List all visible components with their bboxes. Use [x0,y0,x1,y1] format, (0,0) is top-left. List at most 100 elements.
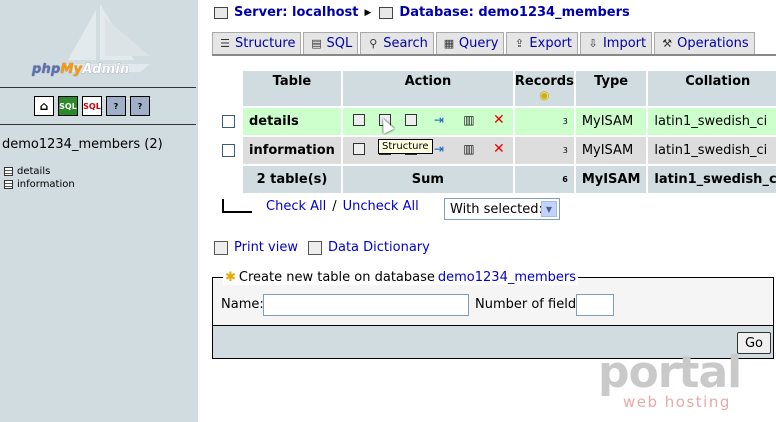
table-sum-row: 2 table(s) Sum 6 MyISAM latin1_swedish_c… [216,166,776,193]
drop-icon[interactable]: ✕ [491,141,507,157]
print-view-link[interactable]: Print view [234,240,298,255]
sum-type: MyISAM [575,166,647,193]
tab-search[interactable]: ⚲ Search [360,32,434,54]
row-checkbox[interactable] [222,144,235,157]
tab-import[interactable]: ⇩ Import [579,32,653,54]
with-selected-select[interactable]: With selected: ▼ [444,198,560,220]
table-name[interactable]: details [243,108,341,135]
table-row: details ⇥ ▥ ✕ 3 MyISAM latin1_swedish_ci [216,108,776,135]
new-table-icon: ✱ [225,270,236,285]
create-table-legend: ✱ Create new table on database demo1234_… [223,270,579,285]
create-legend-text: Create new table on database [238,270,435,285]
nav-table-information[interactable]: information [4,179,75,190]
docs-icon[interactable]: ? [106,96,126,116]
records-count: 3 [514,108,574,135]
check-all-row: Check All / Uncheck All [222,198,419,214]
records-count: 3 [514,137,574,164]
table-icon[interactable] [4,167,13,176]
sum-table-count: 2 table(s) [243,166,341,193]
tab-structure[interactable]: ☰ Structure [212,32,302,54]
action-cell: ⇥ ▥ ✕ [342,108,513,135]
check-all-link[interactable]: Check All [266,199,326,214]
sql-query-icon[interactable]: SQL [58,96,78,116]
tab-label: Export [529,36,572,51]
operations-icon: ⚒ [662,37,673,50]
row-checkbox[interactable] [222,115,235,128]
drop-icon[interactable]: ✕ [491,112,507,128]
sql-window-icon[interactable]: SQL [82,96,102,116]
empty-icon[interactable]: ▥ [461,113,477,127]
nav-divider [0,87,196,88]
table-icon[interactable] [4,180,13,189]
nav-icon-bar: ⌂ SQL SQL ? ? [34,96,150,116]
create-legend-db-link[interactable]: demo1234_members [438,270,576,285]
tab-label: Structure [235,36,296,51]
nav-divider [0,124,196,125]
breadcrumb-separator-icon: ▶ [364,7,372,18]
nav-table-label[interactable]: details [17,166,50,177]
nav-table-label[interactable]: information [17,179,75,190]
sql-query-glyph: SQL [59,101,77,111]
browse-icon[interactable] [352,143,365,155]
breadcrumb: Server: localhost ▶ Database: demo1234_m… [214,5,630,20]
name-label: Name: [221,297,264,312]
table-collation: latin1_swedish_ci [648,108,776,135]
go-button[interactable]: Go [737,332,771,354]
insert-icon[interactable]: ⇥ [431,113,447,127]
tab-operations[interactable]: ⚒ Operations [654,32,755,54]
insert-icon[interactable]: ⇥ [431,142,447,156]
empty-icon[interactable]: ▥ [461,142,477,156]
chevron-down-icon[interactable]: ▼ [541,201,557,217]
create-table-fieldset: ✱ Create new table on database demo1234_… [212,270,774,325]
tab-label: Operations [677,36,749,51]
database-icon [379,6,394,19]
header-type: Type [575,71,647,106]
new-table-name-input[interactable] [263,294,469,316]
lightbulb-icon[interactable]: ◉ [515,89,574,101]
nav-database-name[interactable]: demo1234_members (2) [2,137,163,152]
logo-php: php [32,62,61,77]
sql-window-glyph: SQL [83,101,101,111]
tab-query[interactable]: ▦ Query [435,32,505,54]
table-collation: latin1_swedish_ci [648,137,776,164]
sum-collation: latin1_swedish_ci [648,166,776,193]
header-table[interactable]: Table [243,71,341,106]
header-records-label: Records [514,74,574,89]
print-row: Print view Data Dictionary [214,240,430,255]
table-type: MyISAM [575,108,647,135]
browse-icon[interactable] [352,114,365,126]
home-icon[interactable]: ⌂ [34,96,54,116]
data-dictionary-icon[interactable] [307,240,322,255]
nav-table-details[interactable]: details [4,166,50,177]
navigation-frame: phpMyAdmin ⌂ SQL SQL ? ? demo1234_member… [0,0,198,422]
table-row: information ⇥ ▥ ✕ 3 MyISAM latin1_swedis… [216,137,776,164]
header-records: Records ◉ [514,71,574,106]
fields-label: Number of fields: [475,297,588,312]
breadcrumb-database[interactable]: Database: demo1234_members [399,5,629,20]
row-checkbox-cell [216,108,241,135]
sum-spacer [216,166,241,193]
import-icon: ⇩ [588,37,598,50]
row-checkbox-cell [216,137,241,164]
print-icon[interactable] [214,240,228,255]
structure-icon: ☰ [220,37,230,50]
sum-label: Sum [342,166,513,193]
search-icon[interactable] [404,114,417,126]
sum-records: 6 [514,166,574,193]
tab-sql[interactable]: ▤ SQL [303,32,359,54]
table-name[interactable]: information [243,137,341,164]
tab-label: Search [383,36,428,51]
number-of-fields-input[interactable] [576,294,614,316]
export-icon: ⇪ [514,37,525,50]
mysql-docs-icon[interactable]: ? [130,96,150,116]
data-dictionary-link[interactable]: Data Dictionary [328,240,430,255]
phpmyadmin-logo-text[interactable]: phpMyAdmin [32,62,130,77]
table-type: MyISAM [575,137,647,164]
arrow-ltr-icon [222,198,252,213]
uncheck-all-link[interactable]: Uncheck All [343,199,419,214]
breadcrumb-server[interactable]: Server: localhost [234,5,358,20]
with-selected-value: With selected: [450,201,543,217]
sql-icon: ▤ [311,37,322,50]
logo-my: My [60,62,83,77]
tab-export[interactable]: ⇪ Export [506,32,578,54]
